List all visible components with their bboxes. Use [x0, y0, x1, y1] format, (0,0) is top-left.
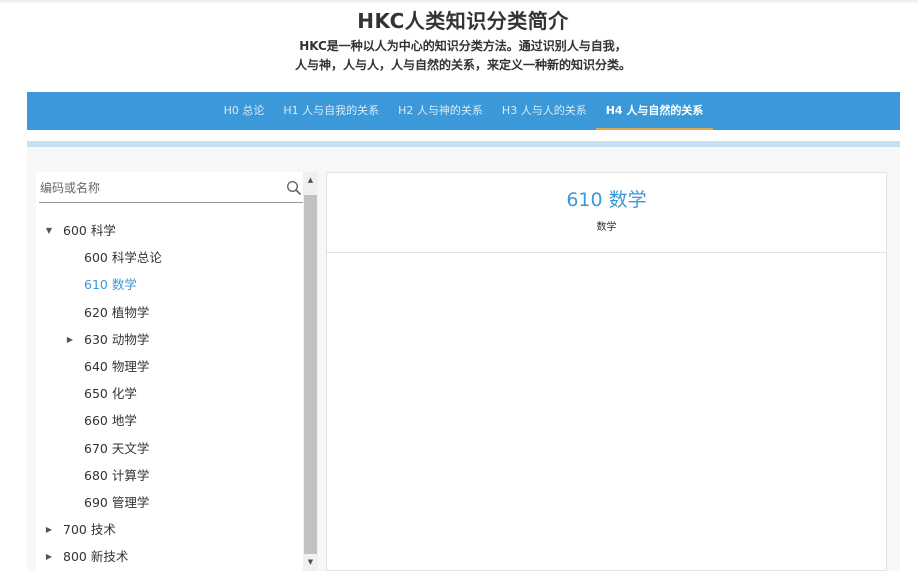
tree-item-label: 680 计算学 — [84, 467, 150, 483]
tree-item[interactable]: ▼ 600 科学 — [36, 217, 303, 244]
detail-title: 610 数学 — [566, 189, 647, 211]
tree-item-label: 800 新技术 — [63, 549, 129, 565]
search-box — [39, 175, 303, 203]
triangle-right-icon[interactable]: ▶ — [43, 516, 55, 543]
nav-tab-h0[interactable]: H0 总论 — [214, 92, 274, 130]
subtitle-line-2: 人与神，人与人，人与自然的关系，来定义一种新的知识分类。 — [294, 58, 631, 72]
scroll-up-arrow-icon[interactable]: ▲ — [303, 172, 318, 189]
nav-tab-h4[interactable]: H4 人与自然的关系 — [596, 92, 713, 130]
tree-panel: ▼ 600 科学 600 科学总论 610 数学 620 植物学 ▶ 630 动物学 640 … — [36, 172, 303, 571]
tree-item[interactable]: ▶ 630 动物学 — [36, 326, 303, 353]
detail-panel: 610 数学 数学 — [326, 172, 887, 571]
tree-item[interactable]: 640 物理学 — [36, 353, 303, 380]
tree-item-label: 640 物理学 — [84, 358, 150, 374]
tree-item-label: 670 天文学 — [84, 440, 150, 456]
tree-item[interactable]: 610 数学 — [36, 271, 303, 298]
category-navbar: H0 总论 H1 人与自我的关系 H2 人与神的关系 H3 人与人的关系 H4 人与自然… — [27, 92, 900, 130]
tree-item[interactable]: 690 管理学 — [36, 489, 303, 516]
nav-tabs: H0 总论 H1 人与自我的关系 H2 人与神的关系 H3 人与人的关系 H4 人与自然… — [27, 92, 900, 130]
tree-item-label: 600 科学总论 — [84, 250, 162, 266]
tree-item[interactable]: 670 天文学 — [36, 435, 303, 462]
scroll-down-arrow-icon[interactable]: ▼ — [303, 554, 318, 571]
nav-tab-h3[interactable]: H3 人与人的关系 — [492, 92, 596, 130]
tree-item[interactable]: 660 地学 — [36, 407, 303, 434]
tree-item[interactable]: 600 科学总论 — [36, 244, 303, 271]
scrollbar-thumb[interactable] — [304, 195, 317, 554]
page-subtitle: HKC是一种以人为中心的知识分类方法。通过识别人与自我， 人与神，人与人，人与自… — [0, 37, 918, 75]
triangle-right-icon[interactable]: ▶ — [43, 543, 55, 570]
tree-item-label: 650 化学 — [84, 386, 137, 402]
tree-item-label: 690 管理学 — [84, 494, 150, 510]
tree-item[interactable]: 680 计算学 — [36, 462, 303, 489]
tree-item-label: 660 地学 — [84, 413, 137, 429]
tree-item-label: 610 数学 — [84, 277, 137, 293]
triangle-down-icon[interactable]: ▼ — [43, 217, 55, 244]
tree-item[interactable]: 620 植物学 — [36, 299, 303, 326]
page-title: HKC人类知识分类简介 — [357, 9, 569, 33]
tree-item[interactable]: ▶ 700 技术 — [36, 516, 303, 543]
detail-subtitle: 数学 — [596, 222, 617, 233]
search-icon[interactable] — [286, 180, 302, 196]
subtitle-line-1: HKC是一种以人为中心的知识分类方法。通过识别人与自我， — [299, 39, 627, 53]
tree-scrollbar[interactable]: ▲ ▼ — [303, 172, 318, 571]
search-input[interactable] — [39, 175, 278, 201]
category-tree: ▼ 600 科学 600 科学总论 610 数学 620 植物学 ▶ 630 动物学 640 … — [36, 217, 303, 570]
tree-item-label: 630 动物学 — [84, 331, 150, 347]
detail-header: 610 数学 数学 — [327, 173, 886, 253]
triangle-right-icon[interactable]: ▶ — [64, 326, 76, 353]
tree-item-label: 600 科学 — [63, 223, 116, 238]
tree-item-label: 620 植物学 — [84, 304, 150, 320]
tree-item[interactable]: 650 化学 — [36, 380, 303, 407]
tree-item[interactable]: ▶ 800 新技术 — [36, 543, 303, 570]
nav-tab-h2[interactable]: H2 人与神的关系 — [389, 92, 493, 130]
nav-tab-h1[interactable]: H1 人与自我的关系 — [274, 92, 389, 130]
top-shadow — [0, 0, 918, 4]
tree-item-label: 700 技术 — [63, 522, 116, 538]
